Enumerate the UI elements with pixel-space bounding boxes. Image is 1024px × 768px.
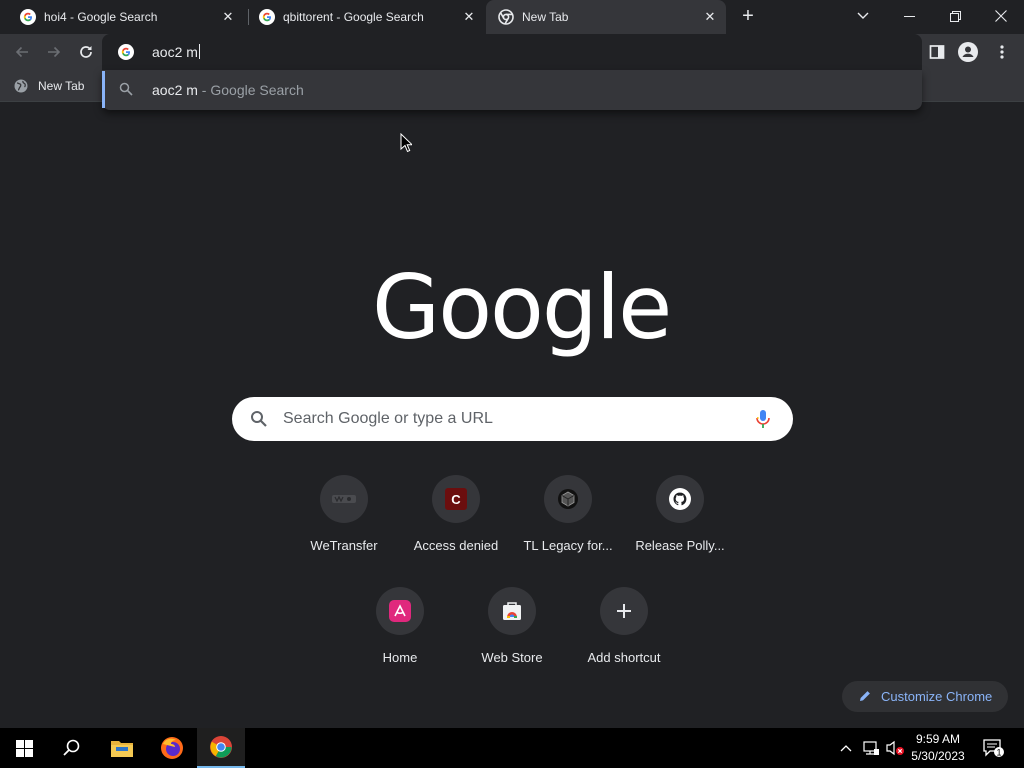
c-letter-icon: C	[445, 488, 467, 510]
tab-title: hoi4 - Google Search	[44, 10, 158, 24]
shortcut-add[interactable]: Add shortcut	[568, 587, 680, 699]
omnibox-text: aoc2 m	[152, 44, 198, 60]
windows-start-icon[interactable]	[0, 728, 48, 768]
back-arrow-icon[interactable]	[12, 42, 32, 62]
clock-time: 9:59 AM	[915, 732, 961, 746]
system-clock[interactable]: 9:59 AM 5/30/2023	[906, 731, 970, 765]
shortcut-tile	[656, 475, 704, 523]
new-tab-plus-icon[interactable]: +	[738, 6, 758, 27]
webstore-icon	[503, 602, 521, 620]
omnibox-suggestion[interactable]: aoc2 m - Google Search	[102, 70, 922, 110]
tab-qbittorent[interactable]: qbittorent - Google Search ✕	[247, 0, 485, 34]
shortcut-tile: C	[432, 475, 480, 523]
tab-new-tab[interactable]: New Tab ✕	[486, 0, 726, 34]
github-icon	[669, 488, 691, 510]
shortcut-label: Release Polly...	[635, 538, 725, 553]
restore-icon[interactable]	[932, 0, 978, 34]
suggestion-query: aoc2 m	[152, 82, 198, 98]
action-center-icon[interactable]: 1	[980, 728, 1006, 768]
shortcut-web-store[interactable]: Web Store	[456, 587, 568, 699]
reload-icon[interactable]	[76, 42, 96, 62]
customize-label: Customize Chrome	[881, 689, 993, 704]
shortcut-home[interactable]: Home	[344, 587, 456, 699]
shortcut-label: Home	[382, 650, 418, 665]
taskbar: 9:59 AM 5/30/2023 1	[0, 728, 1024, 768]
side-panel-icon[interactable]	[927, 42, 947, 62]
google-g-icon	[118, 44, 134, 60]
customize-chrome-button[interactable]: Customize Chrome	[842, 681, 1008, 712]
mouse-cursor-icon	[400, 133, 412, 153]
close-window-icon[interactable]	[978, 0, 1024, 34]
chrome-icon	[498, 9, 514, 25]
tab-search-chevron-icon[interactable]	[840, 0, 886, 34]
google-logo: Google	[372, 256, 672, 359]
tl-legacy-icon	[558, 489, 578, 509]
microphone-icon[interactable]	[753, 409, 773, 429]
search-icon[interactable]	[48, 728, 96, 768]
globe-icon	[14, 79, 28, 93]
wetransfer-icon	[332, 495, 356, 503]
shortcut-release-polly[interactable]: Release Polly...	[624, 475, 736, 587]
omnibox[interactable]: aoc2 m	[102, 34, 922, 70]
shortcut-tile	[600, 587, 648, 635]
search-icon	[251, 411, 267, 427]
google-g-icon	[20, 9, 36, 25]
plus-icon	[617, 604, 631, 618]
shortcut-label: Access denied	[413, 538, 499, 553]
shortcut-label: Add shortcut	[587, 650, 661, 665]
omnibox-input[interactable]: aoc2 m	[152, 44, 200, 60]
tab-title: New Tab	[522, 10, 569, 24]
notification-count: 1	[996, 748, 1001, 758]
shortcut-tl-legacy[interactable]: TL Legacy for...	[512, 475, 624, 587]
search-icon	[119, 82, 133, 96]
suggestion-text: aoc2 m - Google Search	[152, 82, 304, 98]
google-g-icon	[259, 9, 275, 25]
firefox-icon[interactable]	[148, 728, 196, 768]
minimize-icon[interactable]	[886, 0, 932, 34]
close-tab-icon[interactable]: ✕	[702, 9, 718, 25]
pencil-icon	[860, 691, 870, 701]
text-caret	[198, 44, 200, 59]
shortcut-tile	[376, 587, 424, 635]
bookmark-label: New Tab	[38, 79, 85, 93]
ntp-search-input[interactable]	[283, 407, 723, 431]
shortcut-tile	[488, 587, 536, 635]
shortcut-wetransfer[interactable]: WeTransfer	[288, 475, 400, 587]
tab-title: qbittorent - Google Search	[283, 10, 424, 24]
file-explorer-icon[interactable]	[98, 728, 146, 768]
selected-indicator	[102, 71, 105, 108]
close-tab-icon[interactable]: ✕	[220, 9, 236, 25]
shortcut-access-denied[interactable]: C Access denied	[400, 475, 512, 587]
more-menu-icon[interactable]	[992, 42, 1012, 62]
show-hidden-icons-chevron-icon[interactable]	[838, 728, 854, 768]
profile-icon[interactable]	[958, 42, 978, 62]
airtable-icon	[389, 600, 411, 622]
volume-muted-icon[interactable]	[884, 728, 906, 768]
close-tab-icon[interactable]: ✕	[461, 9, 477, 25]
tab-hoi4[interactable]: hoi4 - Google Search ✕	[8, 0, 244, 34]
shortcut-tile	[544, 475, 592, 523]
shortcut-label: TL Legacy for...	[523, 538, 613, 553]
ntp-search-box[interactable]	[232, 397, 793, 441]
shortcut-label: Web Store	[481, 650, 543, 665]
shortcut-label: WeTransfer	[310, 538, 378, 553]
bookmark-new-tab[interactable]: New Tab	[14, 77, 84, 95]
chrome-taskbar-icon[interactable]	[197, 728, 245, 768]
tab-strip: hoi4 - Google Search ✕ qbittorent - Goog…	[0, 0, 1024, 34]
clock-date: 5/30/2023	[911, 749, 965, 763]
suggestion-suffix: - Google Search	[197, 82, 304, 98]
network-icon[interactable]	[860, 728, 882, 768]
shortcut-tile	[320, 475, 368, 523]
svg-text:C: C	[451, 492, 461, 507]
forward-arrow-icon[interactable]	[44, 42, 64, 62]
